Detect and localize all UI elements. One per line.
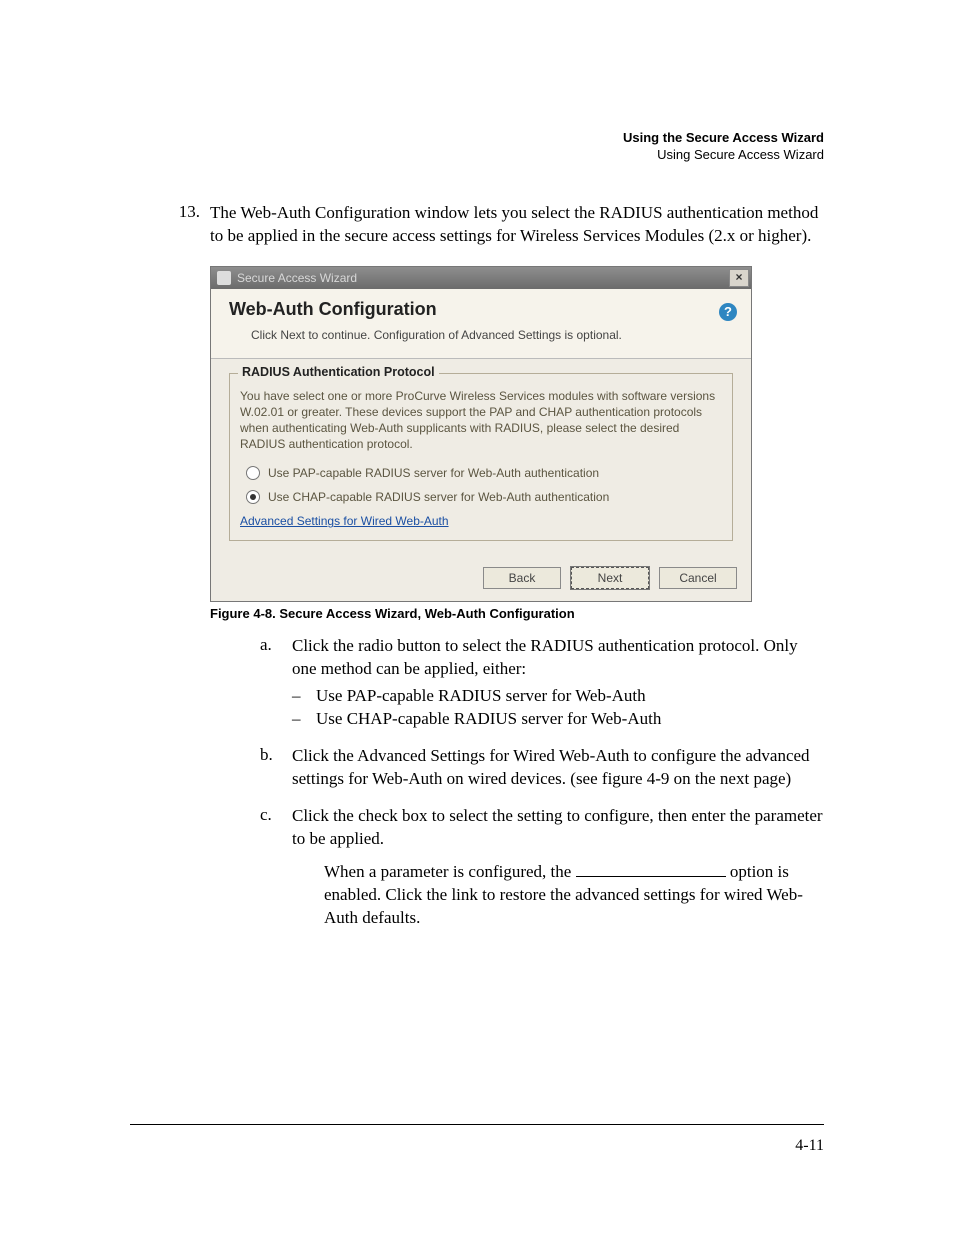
dialog-heading: Web-Auth Configuration (229, 299, 733, 320)
figure-caption: Figure 4-8. Secure Access Wizard, Web-Au… (210, 606, 824, 621)
sub-c-text: Click the check box to select the settin… (292, 806, 823, 848)
radio-icon (246, 466, 260, 480)
groupbox-legend: RADIUS Authentication Protocol (238, 365, 439, 379)
dialog-screenshot: Secure Access Wizard × Web-Auth Configur… (210, 266, 752, 603)
dialog-title: Secure Access Wizard (237, 271, 357, 285)
sub-c-letter: c. (260, 805, 292, 930)
app-logo-icon (217, 271, 231, 285)
cancel-button[interactable]: Cancel (659, 567, 737, 589)
close-button[interactable]: × (729, 269, 749, 287)
radio-pap[interactable]: Use PAP-capable RADIUS server for Web-Au… (246, 466, 722, 480)
radio-pap-label: Use PAP-capable RADIUS server for Web-Au… (268, 466, 599, 480)
advanced-settings-link[interactable]: Advanced Settings for Wired Web-Auth (240, 514, 722, 528)
step-text: The Web-Auth Configuration window lets y… (210, 202, 824, 248)
radio-chap[interactable]: Use CHAP-capable RADIUS server for Web-A… (246, 490, 722, 504)
running-header-title: Using the Secure Access Wizard (130, 130, 824, 147)
blank-line (576, 876, 726, 877)
dialog-header-panel: Web-Auth Configuration Click Next to con… (211, 289, 751, 359)
page-number: 4-11 (795, 1137, 824, 1155)
sub-b-text: Click the Advanced Settings for Wired We… (292, 745, 824, 791)
dialog-footer: Back Next Cancel (211, 559, 751, 601)
back-button[interactable]: Back (483, 567, 561, 589)
dash-item: Use PAP-capable RADIUS server for Web-Au… (292, 685, 824, 708)
sub-a-dash-list: Use PAP-capable RADIUS server for Web-Au… (292, 685, 824, 731)
radio-icon-selected (246, 490, 260, 504)
sub-a-text: Click the radio button to select the RAD… (292, 636, 798, 678)
sub-b-letter: b. (260, 745, 292, 791)
dialog-titlebar: Secure Access Wizard × (211, 267, 751, 289)
dialog-body: RADIUS Authentication Protocol You have … (211, 359, 751, 560)
radius-groupbox: RADIUS Authentication Protocol You have … (229, 373, 733, 542)
footer-rule (130, 1124, 824, 1125)
sub-c-extra-before: When a parameter is configured, the (324, 862, 576, 881)
dash-item: Use CHAP-capable RADIUS server for Web-A… (292, 708, 824, 731)
sub-list: a. Click the radio button to select the … (260, 635, 824, 929)
sub-a-letter: a. (260, 635, 292, 731)
groupbox-description: You have select one or more ProCurve Wir… (240, 388, 722, 453)
step-number: 13. (130, 202, 210, 248)
sub-a: a. Click the radio button to select the … (260, 635, 824, 731)
sub-c: c. Click the check box to select the set… (260, 805, 824, 930)
dialog-subheading: Click Next to continue. Configuration of… (251, 328, 733, 342)
next-button[interactable]: Next (571, 567, 649, 589)
radio-chap-label: Use CHAP-capable RADIUS server for Web-A… (268, 490, 609, 504)
step-13: 13. The Web-Auth Configuration window le… (130, 202, 824, 248)
help-icon[interactable]: ? (719, 303, 737, 321)
sub-b: b. Click the Advanced Settings for Wired… (260, 745, 824, 791)
running-header: Using the Secure Access Wizard Using Sec… (130, 130, 824, 164)
sub-c-extra: When a parameter is configured, the opti… (324, 861, 824, 930)
running-header-subtitle: Using Secure Access Wizard (130, 147, 824, 164)
